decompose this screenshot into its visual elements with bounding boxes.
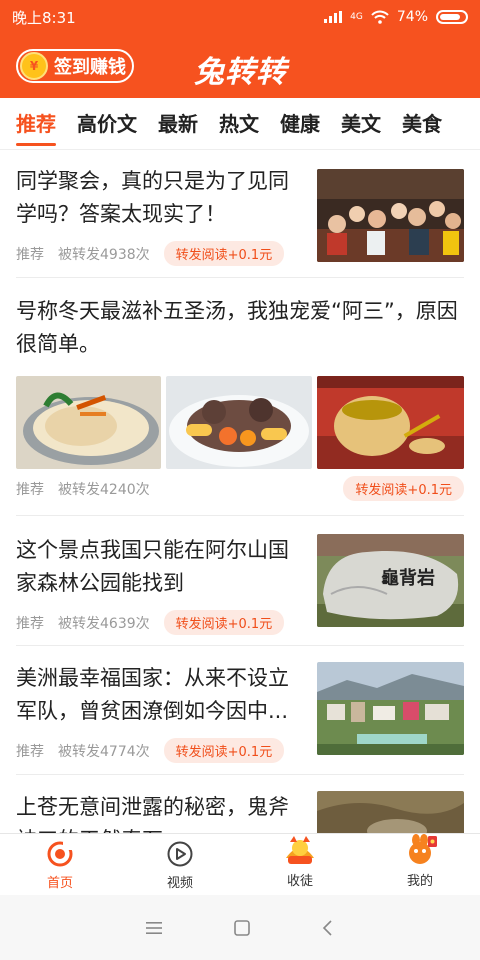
article-card[interactable]: 上苍无意间泄露的秘密，鬼斧神工的天然奇石 bbox=[16, 791, 306, 833]
divider bbox=[16, 515, 464, 516]
tab-essay[interactable]: 美文 bbox=[341, 98, 381, 149]
wifi-icon bbox=[371, 10, 389, 24]
reward-badge[interactable]: 转发阅读+0.1元 bbox=[163, 610, 285, 635]
system-nav-bar bbox=[0, 895, 480, 960]
tab-food[interactable]: 美食 bbox=[402, 98, 442, 149]
article-category: 推荐 bbox=[16, 615, 44, 632]
nav-video[interactable]: 视频 bbox=[120, 834, 240, 895]
reward-badge[interactable]: 转发阅读+0.1元 bbox=[163, 738, 285, 763]
article-card[interactable]: 美洲最幸福国家：从来不设立军队，曾贫困潦倒如今因中... 推荐 被转发4774次… bbox=[16, 662, 306, 763]
article-title: 号称冬天最滋补五圣汤，我独宠爱“阿三”，原因很简单。 bbox=[16, 299, 458, 356]
coin-icon: ¥ bbox=[20, 52, 48, 80]
bottom-nav: 首页 视频 收徒 我的 bbox=[0, 833, 480, 895]
article-thumbnail[interactable] bbox=[317, 169, 464, 262]
article-category: 推荐 bbox=[16, 481, 44, 498]
tab-high-price[interactable]: 高价文 bbox=[77, 98, 137, 149]
signin-label: 签到赚钱 bbox=[54, 57, 126, 78]
status-bar: 晚上8:31 4G 74% bbox=[0, 0, 480, 34]
article-feed[interactable]: 同学聚会，真的只是为了见同学吗？答案太现实了！ 推荐 被转发4938次 转发阅读… bbox=[0, 151, 480, 833]
network-type: 4G bbox=[350, 12, 363, 22]
soup-bowl-image bbox=[317, 376, 464, 469]
home-square-icon[interactable] bbox=[233, 919, 251, 937]
article-meta: 推荐 被转发4774次 转发阅读+0.1元 bbox=[16, 738, 306, 763]
back-icon[interactable] bbox=[321, 919, 335, 937]
article-meta: 推荐 被转发4639次 转发阅读+0.1元 bbox=[16, 610, 306, 635]
article-thumbnail[interactable] bbox=[166, 376, 312, 469]
article-title: 上苍无意间泄露的秘密，鬼斧神工的天然奇石 bbox=[16, 795, 289, 833]
app-title: 兔转转 bbox=[194, 55, 287, 90]
video-play-icon bbox=[167, 841, 193, 867]
turtle-rock-image: 龜背岩 bbox=[317, 534, 464, 627]
article-shares: 被转发4938次 bbox=[58, 246, 150, 263]
app-header: ¥ 签到赚钱 兔转转 bbox=[0, 34, 480, 98]
reward-badge[interactable]: 转发阅读+0.1元 bbox=[163, 241, 285, 266]
article-meta: 推荐 被转发4938次 转发阅读+0.1元 bbox=[16, 241, 306, 266]
article-card[interactable]: 同学聚会，真的只是为了见同学吗？答案太现实了！ 推荐 被转发4938次 转发阅读… bbox=[16, 165, 306, 266]
nav-home[interactable]: 首页 bbox=[0, 834, 120, 895]
article-shares: 被转发4639次 bbox=[58, 615, 150, 632]
article-thumbnail[interactable] bbox=[317, 662, 464, 755]
divider bbox=[16, 277, 464, 278]
article-category: 推荐 bbox=[16, 246, 44, 263]
nav-video-label: 视频 bbox=[166, 876, 193, 891]
group-photo-image bbox=[317, 169, 464, 262]
nav-home-label: 首页 bbox=[46, 876, 73, 891]
article-thumbnail[interactable] bbox=[16, 376, 161, 469]
article-title: 同学聚会，真的只是为了见同学吗？答案太现实了！ bbox=[16, 169, 289, 226]
battery-percent: 74% bbox=[396, 9, 428, 25]
article-shares: 被转发4774次 bbox=[58, 743, 150, 760]
article-meta: 推荐 被转发4240次 转发阅读+0.1元 bbox=[16, 476, 464, 501]
apprentice-icon bbox=[286, 836, 314, 864]
article-title: 这个景点我国只能在阿尔山国家森林公园能找到 bbox=[16, 538, 289, 595]
article-card[interactable]: 号称冬天最滋补五圣汤，我独宠爱“阿三”，原因很简单。 bbox=[16, 295, 464, 361]
tab-latest[interactable]: 最新 bbox=[158, 98, 198, 149]
tab-recommend[interactable]: 推荐 bbox=[16, 98, 56, 149]
rock-landscape-image bbox=[317, 791, 464, 833]
tab-health[interactable]: 健康 bbox=[280, 98, 320, 149]
article-card[interactable]: 这个景点我国只能在阿尔山国家森林公园能找到 推荐 被转发4639次 转发阅读+0… bbox=[16, 534, 306, 635]
signin-button[interactable]: ¥ 签到赚钱 bbox=[16, 49, 134, 83]
chicken-soup-image bbox=[16, 376, 161, 469]
reward-badge[interactable]: 转发阅读+0.1元 bbox=[343, 476, 464, 501]
home-icon bbox=[47, 841, 73, 867]
stew-image bbox=[166, 376, 312, 469]
article-category: 推荐 bbox=[16, 743, 44, 760]
menu-icon[interactable] bbox=[145, 920, 163, 936]
article-shares: 被转发4240次 bbox=[58, 481, 150, 498]
nav-apprentice-label: 收徒 bbox=[286, 874, 313, 889]
nav-mine[interactable]: 我的 bbox=[360, 834, 480, 895]
nav-apprentice[interactable]: 收徒 bbox=[240, 834, 360, 895]
tab-hot[interactable]: 热文 bbox=[219, 98, 259, 149]
article-thumbnail[interactable] bbox=[317, 791, 464, 833]
article-thumbnail[interactable]: 龜背岩 bbox=[317, 534, 464, 627]
profile-icon bbox=[409, 834, 437, 864]
status-time: 晚上8:31 bbox=[12, 8, 76, 27]
stone-inscription: 龜背岩 bbox=[381, 567, 435, 589]
city-view-image bbox=[317, 662, 464, 755]
category-tabs: 推荐 高价文 最新 热文 健康 美文 美食 bbox=[0, 98, 480, 150]
status-icons: 4G 74% bbox=[324, 9, 468, 25]
nav-mine-label: 我的 bbox=[406, 874, 433, 889]
article-title: 美洲最幸福国家：从来不设立军队，曾贫困潦倒如今因中... bbox=[16, 666, 289, 723]
divider bbox=[16, 645, 464, 646]
divider bbox=[16, 774, 464, 775]
article-thumbnail[interactable] bbox=[317, 376, 464, 469]
signal-icon bbox=[324, 11, 343, 23]
battery-icon bbox=[436, 10, 468, 24]
